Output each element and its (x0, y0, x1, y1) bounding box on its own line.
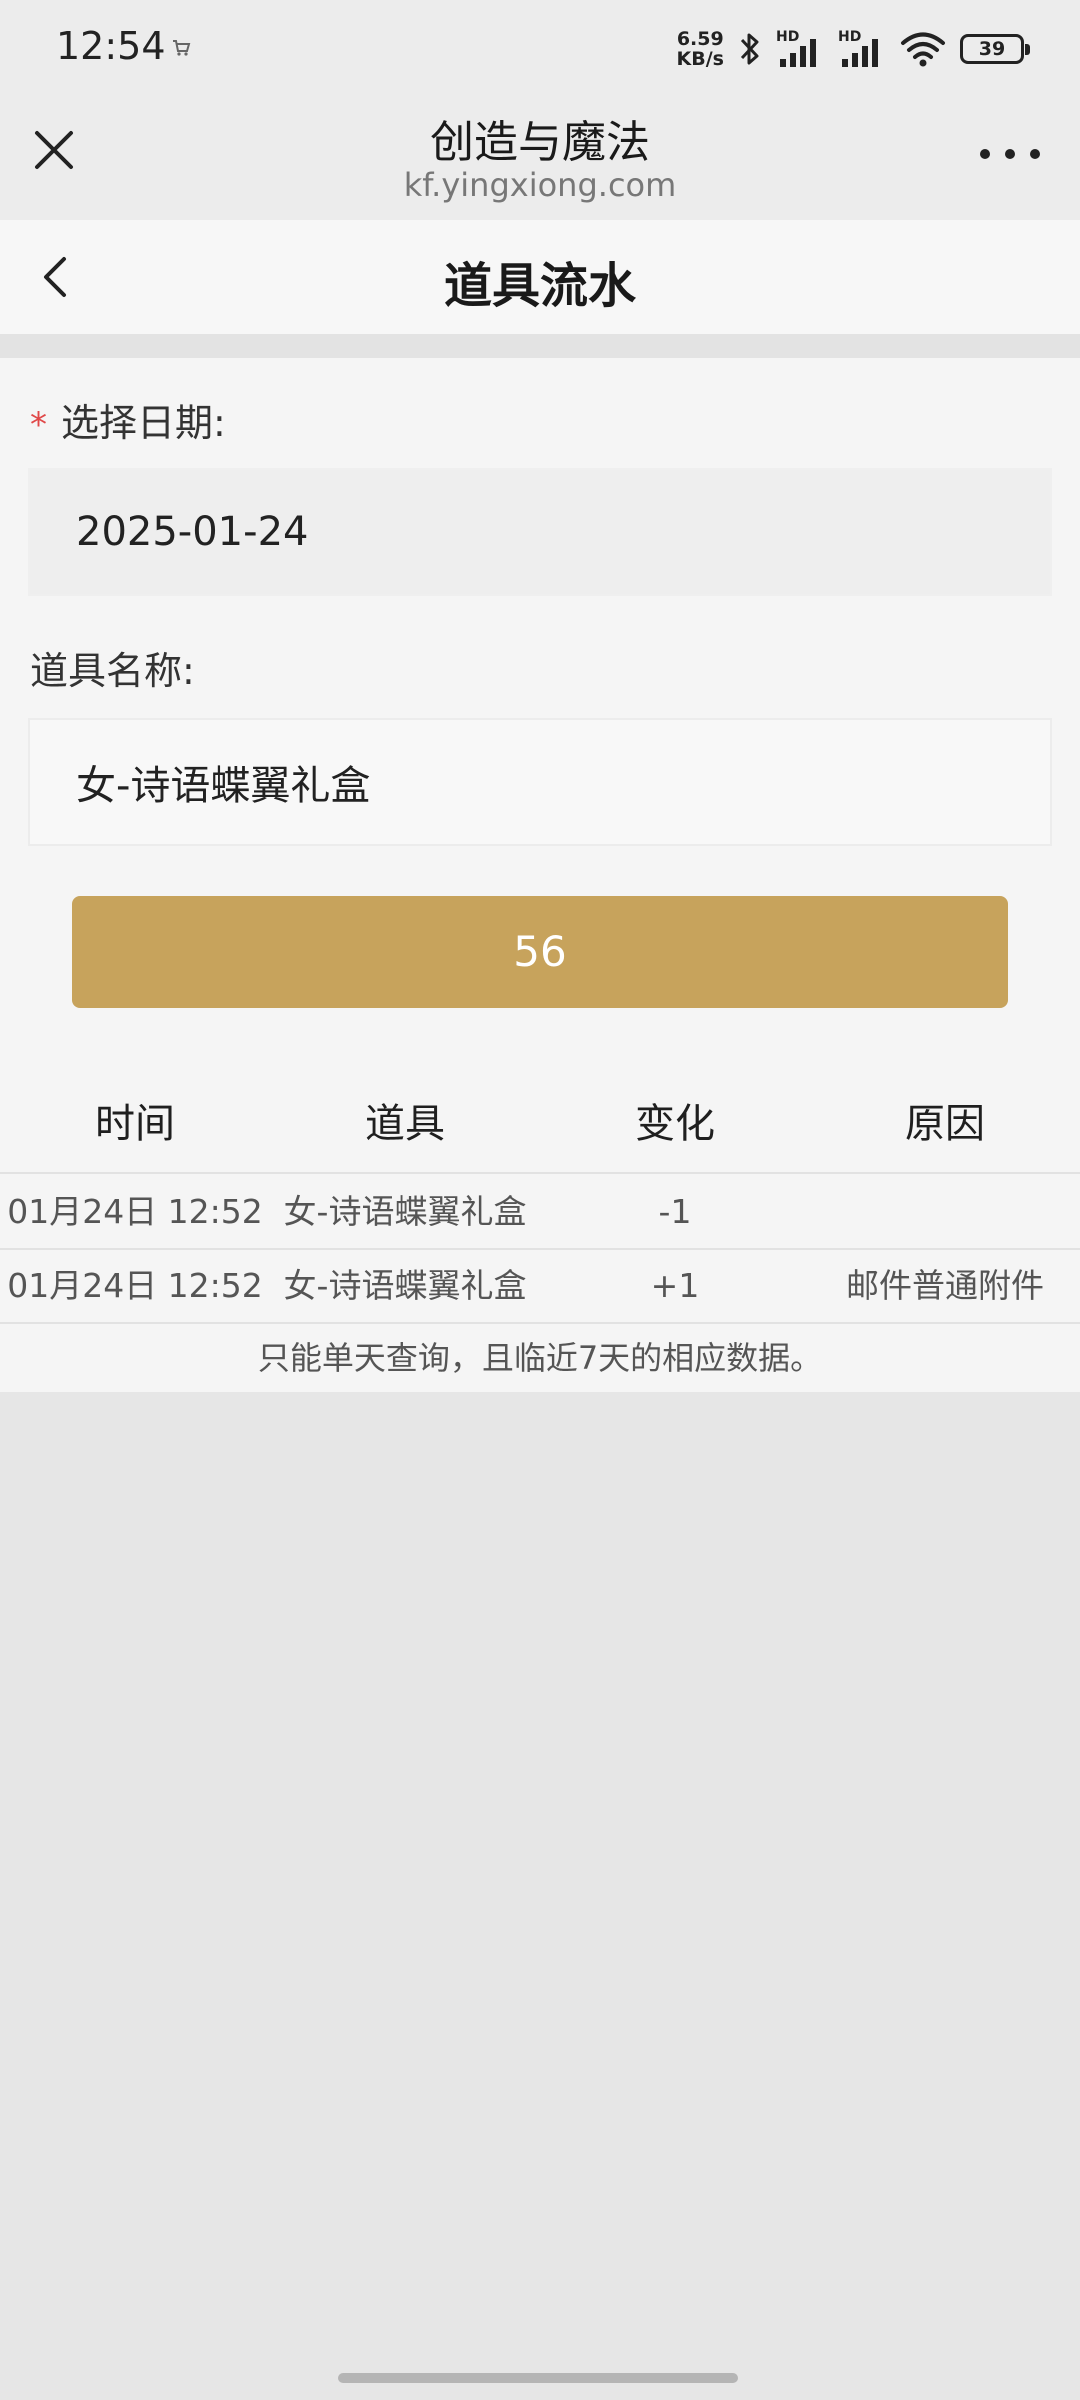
table-header: 时间 道具 变化 原因 (0, 1074, 1080, 1174)
date-picker-input[interactable]: 2025-01-24 (28, 468, 1052, 596)
more-dot-icon (1030, 149, 1040, 159)
date-value: 2025-01-24 (76, 509, 309, 555)
item-name-input[interactable]: 女-诗语蝶翼礼盒 (28, 718, 1052, 846)
column-header-item: 道具 (365, 1101, 445, 1147)
content-panel: * 选择日期: 2025-01-24 道具名称: 女-诗语蝶翼礼盒 56 时间 道… (0, 358, 1080, 1392)
cell-time: 01月24日 12:52 (7, 1192, 263, 1231)
more-dot-icon (980, 149, 990, 159)
cell-item: 女-诗语蝶翼礼盒 (283, 1266, 527, 1305)
cell-reason: 邮件普通附件 (846, 1266, 1044, 1305)
table-row: 01月24日 12:52 女-诗语蝶翼礼盒 -1 (0, 1176, 1080, 1250)
required-mark: * (30, 405, 47, 445)
page-title: 道具流水 (443, 258, 636, 314)
cell-change: -1 (658, 1192, 692, 1231)
table-row: 01月24日 12:52 女-诗语蝶翼礼盒 +1 邮件普通附件 (0, 1250, 1080, 1324)
page-header: 道具流水 (0, 220, 1080, 334)
battery-indicator: 39 (960, 34, 1030, 64)
column-header-time: 时间 (95, 1101, 175, 1147)
wifi-icon (901, 32, 945, 67)
cell-item: 女-诗语蝶翼礼盒 (283, 1192, 527, 1231)
more-dot-icon (1005, 149, 1015, 159)
status-bar: 12:54 6.59 KB/s HD HD 39 (0, 0, 1080, 96)
network-speed: 6.59 KB/s (676, 28, 724, 70)
column-header-change: 变化 (635, 1101, 715, 1147)
cell-change: +1 (650, 1266, 700, 1305)
status-icons: 6.59 KB/s HD HD 39 (676, 26, 1030, 72)
cell-time: 01月24日 12:52 (7, 1266, 263, 1305)
home-indicator[interactable] (338, 2373, 738, 2383)
item-name-label: 道具名称: (30, 649, 195, 693)
status-time: 12:54 (56, 24, 166, 68)
more-options-button[interactable] (980, 142, 1040, 166)
browser-title: 创造与魔法 (430, 117, 650, 168)
browser-url: kf.yingxiong.com (403, 166, 677, 204)
signal-icon (842, 39, 878, 67)
browser-header: 创造与魔法 kf.yingxiong.com (0, 96, 1080, 220)
signal-strength-2: HD (838, 29, 886, 69)
signal-strength-1: HD (776, 29, 824, 69)
query-button[interactable]: 56 (72, 896, 1008, 1008)
cell-reason (810, 1176, 1080, 1248)
app-notification-icon (173, 40, 191, 56)
item-name-value: 女-诗语蝶翼礼盒 (76, 763, 371, 809)
signal-icon (780, 39, 816, 67)
bluetooth-icon (740, 33, 759, 65)
column-header-reason: 原因 (905, 1101, 985, 1147)
query-note: 只能单天查询，且临近7天的相应数据。 (257, 1339, 823, 1377)
divider (0, 334, 1080, 358)
date-label: * 选择日期: (30, 401, 226, 445)
